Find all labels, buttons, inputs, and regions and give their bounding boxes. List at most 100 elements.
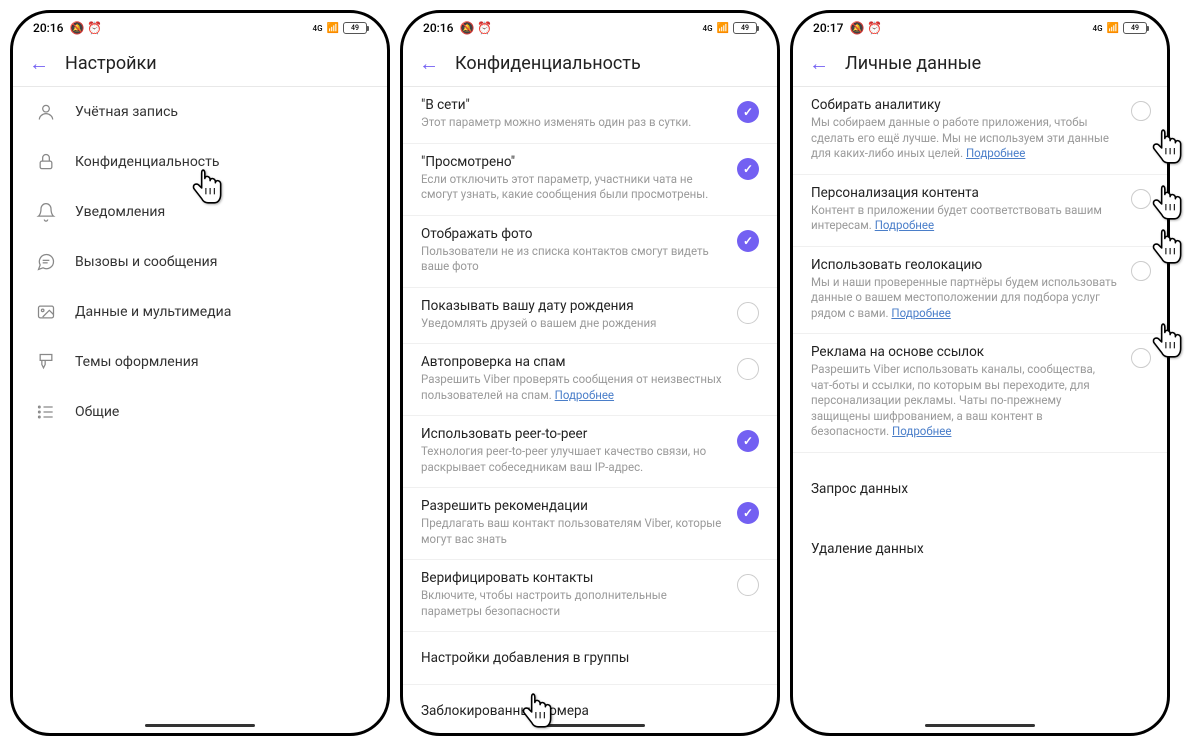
privacy-item[interactable]: Отображать фотоПользователи не из списка… bbox=[403, 216, 777, 288]
media-icon bbox=[35, 301, 57, 323]
privacy-nav-item[interactable]: Настройки добавления в группы bbox=[403, 632, 777, 685]
settings-item-themes[interactable]: Темы оформления bbox=[13, 337, 387, 387]
learn-more-link[interactable]: Подробнее bbox=[875, 218, 934, 232]
item-title: Персонализация контента bbox=[811, 185, 1149, 201]
settings-item-account[interactable]: Учётная запись bbox=[13, 87, 387, 137]
brush-icon bbox=[35, 351, 57, 373]
item-desc: Контент в приложении будет соответствова… bbox=[811, 203, 1149, 234]
list-icon bbox=[35, 401, 57, 423]
toggle[interactable] bbox=[1131, 261, 1151, 281]
privacy-item-title: Использовать peer-to-peer bbox=[421, 426, 727, 442]
phone-privacy: 20:16 🔕 ⏰ 4G📶 49 ← Конфиденциальность "В… bbox=[400, 10, 780, 736]
toggle[interactable] bbox=[737, 358, 759, 380]
toggle[interactable] bbox=[737, 502, 759, 524]
privacy-item-title: "В сети" bbox=[421, 97, 727, 113]
toggle[interactable] bbox=[1131, 189, 1151, 209]
chat-icon bbox=[35, 251, 57, 273]
privacy-item[interactable]: Верифицировать контакты Включите, чтобы н… bbox=[403, 560, 777, 632]
item-title: Использовать геолокацию bbox=[811, 257, 1149, 273]
personal-data-nav-item[interactable]: Запрос данных bbox=[793, 463, 1167, 515]
personal-data-item[interactable]: Собирать аналитикуМы собираем данные о р… bbox=[793, 87, 1167, 175]
home-indicator[interactable] bbox=[535, 724, 645, 727]
learn-more-link[interactable]: Подробнее bbox=[966, 146, 1025, 160]
privacy-item[interactable]: "В сети" Этот параметр можно изменять оди… bbox=[403, 87, 777, 144]
learn-more-link[interactable]: Подробнее bbox=[892, 424, 951, 438]
header: ← Личные данные bbox=[793, 39, 1167, 86]
privacy-item[interactable]: Показывать вашу дату рождения Уведомлять … bbox=[403, 288, 777, 345]
toggle[interactable] bbox=[1131, 348, 1151, 368]
settings-item-media[interactable]: Данные и мультимедиа bbox=[13, 287, 387, 337]
phone-settings: 20:16 🔕 ⏰ 4G📶 49 ← Настройки Учётная зап… bbox=[10, 10, 390, 736]
status-time: 20:16 bbox=[33, 21, 63, 35]
settings-item-calls[interactable]: Вызовы и сообщения bbox=[13, 237, 387, 287]
status-bar: 20:17 🔕 ⏰ 4G📶 49 bbox=[793, 13, 1167, 39]
privacy-item-title: "Просмотрено" bbox=[421, 154, 727, 170]
status-icons: 4G📶 49 bbox=[313, 22, 367, 34]
header: ← Настройки bbox=[13, 39, 387, 86]
privacy-item-desc: Если отключить этот параметр, участники … bbox=[421, 172, 727, 203]
privacy-item[interactable]: Автопроверка на спам Разрешить Viber пров… bbox=[403, 344, 777, 416]
status-icons: 4G📶 49 bbox=[703, 22, 757, 34]
personal-data-item[interactable]: Персонализация контента Контент в приложе… bbox=[793, 175, 1167, 247]
toggle[interactable] bbox=[737, 230, 759, 252]
back-arrow-icon[interactable]: ← bbox=[809, 51, 829, 76]
toggle[interactable] bbox=[737, 302, 759, 324]
privacy-item-desc: Включите, чтобы настроить дополнительные… bbox=[421, 588, 727, 619]
bell-icon bbox=[35, 201, 57, 223]
home-indicator[interactable] bbox=[145, 724, 255, 727]
status-icons: 4G📶 49 bbox=[1093, 22, 1147, 34]
learn-more-link[interactable]: Подробнее bbox=[891, 306, 950, 320]
privacy-item-desc: Разрешить Viber проверять сообщения от н… bbox=[421, 372, 727, 403]
settings-label: Темы оформления bbox=[75, 354, 199, 370]
settings-label: Данные и мультимедиа bbox=[75, 304, 231, 320]
toggle[interactable] bbox=[737, 101, 759, 123]
status-time: 20:17 bbox=[813, 21, 843, 35]
personal-data-item[interactable]: Реклама на основе ссылок Разрешить Viber … bbox=[793, 334, 1167, 453]
privacy-item[interactable]: Использовать peer-to-peer Технология peer… bbox=[403, 416, 777, 488]
page-title: Настройки bbox=[65, 53, 157, 74]
settings-label: Общие bbox=[75, 404, 119, 420]
privacy-item-desc: Технология peer-to-peer улучшает качеств… bbox=[421, 444, 727, 475]
page-title: Конфиденциальность bbox=[455, 53, 641, 74]
privacy-item-title: Верифицировать контакты bbox=[421, 570, 727, 586]
status-bar: 20:16 🔕 ⏰ 4G📶 49 bbox=[403, 13, 777, 39]
page-title: Личные данные bbox=[845, 53, 981, 74]
privacy-item-title: Отображать фото bbox=[421, 226, 727, 242]
item-desc: Мы собираем данные о работе приложения, … bbox=[811, 115, 1149, 162]
learn-more-link[interactable]: Подробнее bbox=[555, 388, 614, 402]
personal-data-list: Собирать аналитикуМы собираем данные о р… bbox=[793, 87, 1167, 733]
item-title: Реклама на основе ссылок bbox=[811, 344, 1149, 360]
privacy-item-title: Автопроверка на спам bbox=[421, 354, 727, 370]
privacy-item-desc: Предлагать ваш контакт пользователям Vib… bbox=[421, 516, 727, 547]
personal-data-nav-item[interactable]: Удаление данных bbox=[793, 523, 1167, 575]
privacy-item[interactable]: Разрешить рекомендации Предлагать ваш кон… bbox=[403, 488, 777, 560]
settings-item-privacy[interactable]: Конфиденциальность bbox=[13, 137, 387, 187]
phone-personal-data: 20:17 🔕 ⏰ 4G📶 49 ← Личные данные Собират… bbox=[790, 10, 1170, 736]
toggle[interactable] bbox=[737, 430, 759, 452]
user-icon bbox=[35, 101, 57, 123]
personal-data-item[interactable]: Использовать геолокациюМы и наши провере… bbox=[793, 247, 1167, 335]
home-indicator[interactable] bbox=[925, 724, 1035, 727]
back-arrow-icon[interactable]: ← bbox=[419, 51, 439, 76]
header: ← Конфиденциальность bbox=[403, 39, 777, 86]
settings-item-general[interactable]: Общие bbox=[13, 387, 387, 437]
settings-item-notifications[interactable]: Уведомления bbox=[13, 187, 387, 237]
back-arrow-icon[interactable]: ← bbox=[29, 51, 49, 76]
settings-label: Вызовы и сообщения bbox=[75, 254, 217, 270]
toggle[interactable] bbox=[737, 574, 759, 596]
status-time: 20:16 bbox=[423, 21, 453, 35]
settings-label: Конфиденциальность bbox=[75, 154, 219, 170]
lock-icon bbox=[35, 151, 57, 173]
toggle[interactable] bbox=[1131, 101, 1151, 121]
privacy-item-desc: Уведомлять друзей о вашем дне рождения bbox=[421, 316, 727, 332]
status-bar: 20:16 🔕 ⏰ 4G📶 49 bbox=[13, 13, 387, 39]
privacy-item-desc: Этот параметр можно изменять один раз в … bbox=[421, 115, 727, 131]
toggle[interactable] bbox=[737, 158, 759, 180]
settings-label: Учётная запись bbox=[75, 104, 178, 120]
item-desc: Разрешить Viber использовать каналы, соо… bbox=[811, 362, 1149, 440]
privacy-item-title: Разрешить рекомендации bbox=[421, 498, 727, 514]
settings-label: Уведомления bbox=[75, 204, 165, 220]
privacy-item[interactable]: "Просмотрено" Если отключить этот парамет… bbox=[403, 144, 777, 216]
privacy-item-title: Показывать вашу дату рождения bbox=[421, 298, 727, 314]
privacy-list: "В сети" Этот параметр можно изменять оди… bbox=[403, 87, 777, 733]
